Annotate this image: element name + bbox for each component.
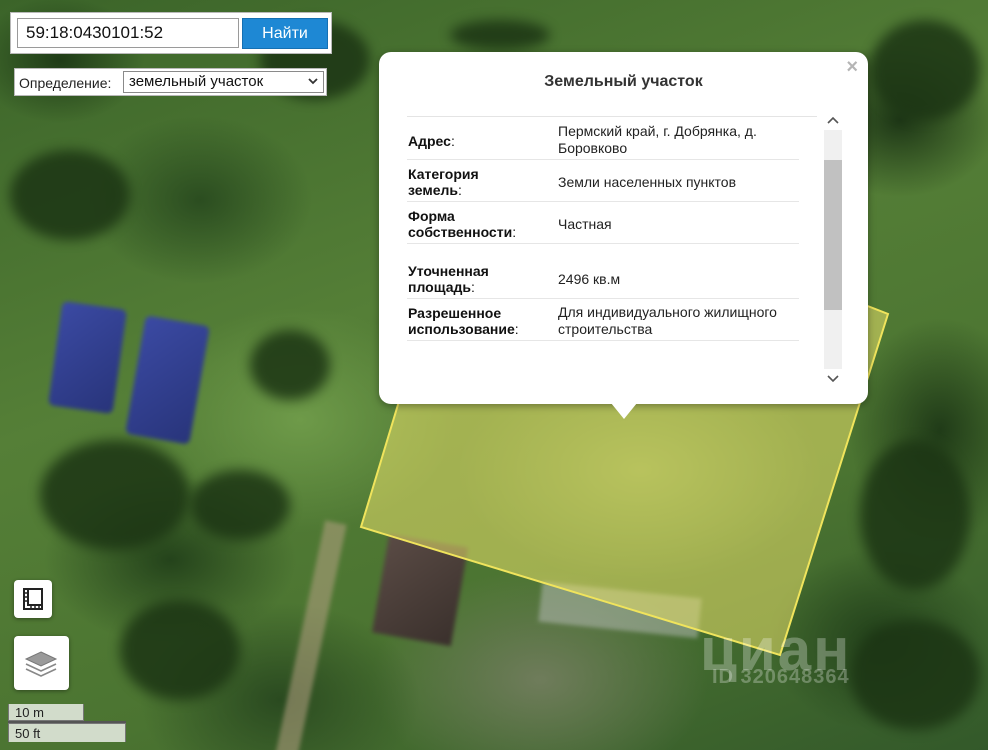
search-panel: Найти bbox=[10, 12, 332, 54]
chevron-up-icon[interactable] bbox=[822, 113, 844, 129]
definition-select[interactable]: земельный участок bbox=[123, 71, 324, 93]
info-value: Для индивидуального жилищного строительс… bbox=[558, 304, 777, 337]
info-value: Частная bbox=[558, 216, 612, 232]
parcel-info-popup: × Земельный участок Адрес: Пермский край… bbox=[379, 52, 868, 404]
info-row-permitted-use: Разрешенное использование: Для индивидуа… bbox=[407, 299, 799, 341]
info-label: Адрес: bbox=[408, 133, 455, 149]
info-value: Пермский край, г. Добрянка, д. Боровково bbox=[558, 123, 757, 156]
info-label: Категория земель: bbox=[408, 166, 479, 198]
layers-button[interactable] bbox=[14, 636, 69, 690]
definition-label: Определение: bbox=[19, 75, 112, 91]
chevron-down-icon bbox=[308, 78, 318, 85]
chevron-down-icon[interactable] bbox=[822, 370, 844, 386]
popup-scrollbar[interactable] bbox=[822, 113, 844, 386]
popup-pointer bbox=[611, 403, 637, 419]
info-label: Разрешенное использование: bbox=[408, 305, 519, 337]
ruler-icon bbox=[23, 588, 43, 610]
info-value: 2496 кв.м bbox=[558, 271, 621, 287]
scale-imperial: 50 ft bbox=[8, 723, 126, 742]
parcel-info-table: Адрес: Пермский край, г. Добрянка, д. Бо… bbox=[407, 118, 799, 341]
info-row-area: Уточненная площадь: 2496 кв.м bbox=[407, 244, 799, 299]
watermark-id: ID 320648364 bbox=[712, 666, 850, 688]
popup-title: Земельный участок bbox=[544, 73, 703, 90]
info-label: Уточненная площадь: bbox=[408, 263, 489, 295]
find-button[interactable]: Найти bbox=[242, 18, 328, 49]
info-row-address: Адрес: Пермский край, г. Добрянка, д. Бо… bbox=[407, 118, 799, 160]
layers-icon bbox=[24, 651, 58, 677]
info-value: Земли населенных пунктов bbox=[558, 174, 737, 190]
info-label: Форма собственности: bbox=[408, 208, 517, 240]
definition-selected-value: земельный участок bbox=[129, 73, 264, 90]
info-row-ownership: Форма собственности: Частная bbox=[407, 202, 799, 244]
scale-metric: 10 m bbox=[8, 704, 84, 721]
definition-panel: Определение: земельный участок bbox=[14, 68, 327, 96]
ruler-button[interactable] bbox=[14, 580, 52, 618]
scroll-thumb[interactable] bbox=[824, 160, 842, 310]
cadastral-search-input[interactable] bbox=[17, 18, 239, 48]
info-row-category: Категория земель: Земли населенных пункт… bbox=[407, 160, 799, 202]
divider bbox=[407, 116, 817, 117]
